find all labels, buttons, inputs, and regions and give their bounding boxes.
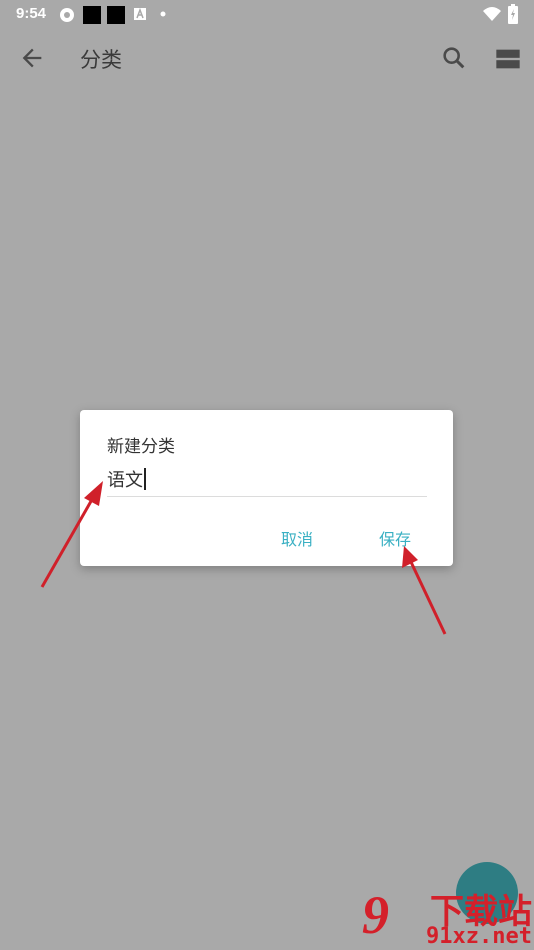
save-button[interactable]: 保存 xyxy=(379,526,411,550)
input-text: 语文 xyxy=(107,470,143,491)
category-name-input[interactable]: 语文 xyxy=(107,462,427,497)
battery-icon xyxy=(508,4,518,24)
app-notification-icon xyxy=(134,8,146,20)
site-watermark: 9 下载站 91xz.net xyxy=(360,882,534,950)
wifi-icon xyxy=(483,7,501,21)
app-bar: 分类 xyxy=(0,28,534,88)
notification-icon xyxy=(107,6,125,24)
status-bar: 9:54 xyxy=(0,0,534,28)
view-toggle-icon[interactable] xyxy=(494,45,522,73)
watermark-url: 91xz.net xyxy=(426,924,532,949)
back-arrow-icon[interactable] xyxy=(18,44,46,72)
cancel-button[interactable]: 取消 xyxy=(281,526,313,550)
sync-icon xyxy=(60,8,74,22)
new-category-dialog: 新建分类 语文 取消 保存 xyxy=(80,410,453,566)
search-icon[interactable] xyxy=(440,44,468,72)
status-time: 9:54 xyxy=(16,5,47,22)
notification-icon xyxy=(83,6,101,24)
page-title: 分类 xyxy=(80,48,122,72)
text-cursor xyxy=(144,468,146,490)
watermark-logo: 9 xyxy=(362,885,389,945)
input-value[interactable]: 语文 xyxy=(107,466,146,492)
dot-icon xyxy=(160,11,166,17)
dialog-title: 新建分类 xyxy=(107,437,175,457)
